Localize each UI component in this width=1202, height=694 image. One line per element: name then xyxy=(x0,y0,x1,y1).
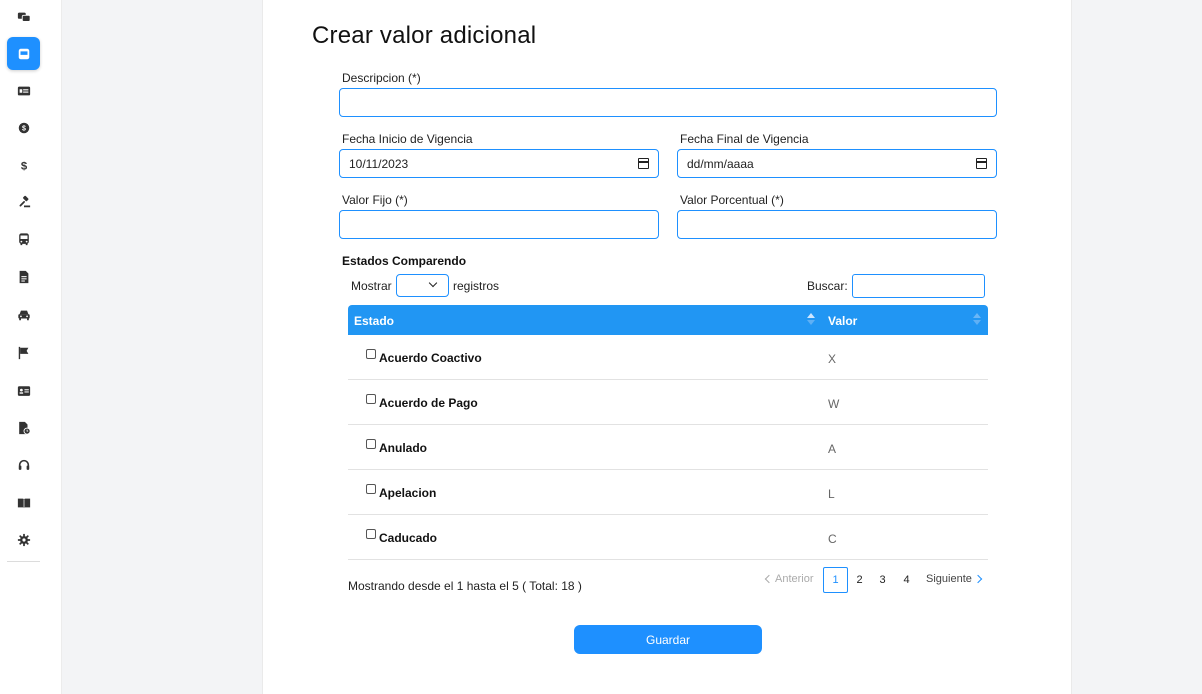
dollar-icon[interactable]: $ xyxy=(7,148,40,181)
fecha-inicio-input[interactable]: 10/11/2023 xyxy=(339,149,659,178)
flag-icon[interactable] xyxy=(7,336,40,369)
table-header: Estado Valor xyxy=(348,305,988,335)
chevron-down-icon xyxy=(428,278,438,288)
pagination-next-label: Siguiente xyxy=(926,573,972,585)
column-header-valor[interactable]: Valor xyxy=(828,314,857,328)
search-label: Buscar: xyxy=(807,279,848,293)
table-row: Apelacion L xyxy=(348,470,988,515)
column-header-estado[interactable]: Estado xyxy=(354,314,394,328)
valor-fijo-label: Valor Fijo (*) xyxy=(342,193,408,207)
descripcion-input[interactable] xyxy=(339,88,997,117)
row-checkbox[interactable] xyxy=(366,394,376,404)
chevron-left-icon xyxy=(764,574,774,584)
form-card: Crear valor adicional Descripcion (*) Fe… xyxy=(262,0,1072,694)
estado-cell: Caducado xyxy=(379,531,438,545)
pagination-page-2[interactable]: 2 xyxy=(847,567,872,593)
pagination-page-3[interactable]: 3 xyxy=(870,567,895,593)
gear-icon[interactable] xyxy=(7,523,40,556)
table-row: Acuerdo de Pago W xyxy=(348,380,988,425)
headset-icon[interactable] xyxy=(7,448,40,481)
valor-fijo-input[interactable] xyxy=(339,210,659,239)
car-icon[interactable] xyxy=(7,298,40,331)
sort-icon[interactable] xyxy=(807,313,815,327)
pagination-page-1[interactable]: 1 xyxy=(823,567,848,593)
row-checkbox[interactable] xyxy=(366,484,376,494)
book-icon[interactable] xyxy=(7,486,40,519)
table-row: Anulado A xyxy=(348,425,988,470)
valor-cell: A xyxy=(828,442,837,456)
sidebar-divider xyxy=(7,561,40,562)
search-input[interactable] xyxy=(852,274,985,298)
sort-icon[interactable] xyxy=(973,313,981,327)
estado-cell: Acuerdo Coactivo xyxy=(379,351,482,365)
row-checkbox[interactable] xyxy=(366,439,376,449)
valor-porcentual-input[interactable] xyxy=(677,210,997,239)
svg-text:$: $ xyxy=(22,125,26,132)
calendar-icon[interactable] xyxy=(976,158,987,169)
pagination-previous[interactable]: Anterior xyxy=(764,573,814,585)
save-button[interactable]: Guardar xyxy=(574,625,762,654)
list-card-icon[interactable] xyxy=(7,74,40,107)
sidebar: $ $ xyxy=(0,0,62,694)
document-icon[interactable] xyxy=(7,260,40,293)
pagination-page-4[interactable]: 4 xyxy=(894,567,919,593)
descripcion-label: Descripcion (*) xyxy=(342,71,421,85)
table-row: Caducado C xyxy=(348,515,988,560)
row-checkbox[interactable] xyxy=(366,529,376,539)
coin-icon[interactable]: $ xyxy=(7,111,40,144)
valor-cell: W xyxy=(828,397,840,411)
table-row: Acuerdo Coactivo X xyxy=(348,335,988,380)
estado-cell: Apelacion xyxy=(379,486,437,500)
fecha-inicio-label: Fecha Inicio de Vigencia xyxy=(342,132,473,146)
chevron-right-icon xyxy=(973,574,983,584)
fecha-final-label: Fecha Final de Vigencia xyxy=(680,132,809,146)
section-title: Estados Comparendo xyxy=(342,254,467,268)
chat-bubbles-icon[interactable] xyxy=(7,0,40,33)
records-label: registros xyxy=(453,279,500,293)
file-clock-icon[interactable] xyxy=(7,411,40,444)
calendar-icon[interactable] xyxy=(638,158,649,169)
svg-text:$: $ xyxy=(20,160,27,172)
show-label: Mostrar xyxy=(351,279,392,293)
fecha-inicio-value: 10/11/2023 xyxy=(349,156,409,171)
valor-cell: L xyxy=(828,487,835,501)
row-checkbox[interactable] xyxy=(366,349,376,359)
gavel-icon[interactable] xyxy=(7,185,40,218)
estado-cell: Anulado xyxy=(379,441,427,455)
page-title: Crear valor adicional xyxy=(312,22,537,49)
pagination-previous-label: Anterior xyxy=(775,573,814,585)
table-info: Mostrando desde el 1 hasta el 5 ( Total:… xyxy=(348,579,582,593)
id-card-icon[interactable] xyxy=(7,374,40,407)
pagination-next[interactable]: Siguiente xyxy=(926,573,983,585)
valor-cell: C xyxy=(828,532,837,546)
bus-icon[interactable] xyxy=(7,222,40,255)
inbox-icon[interactable] xyxy=(7,37,40,70)
fecha-final-input[interactable]: dd/mm/aaaa xyxy=(677,149,997,178)
estado-cell: Acuerdo de Pago xyxy=(379,396,478,410)
page-length-select[interactable] xyxy=(396,274,449,297)
fecha-final-value: dd/mm/aaaa xyxy=(687,156,754,171)
valor-porcentual-label: Valor Porcentual (*) xyxy=(680,193,784,207)
valor-cell: X xyxy=(828,352,837,366)
